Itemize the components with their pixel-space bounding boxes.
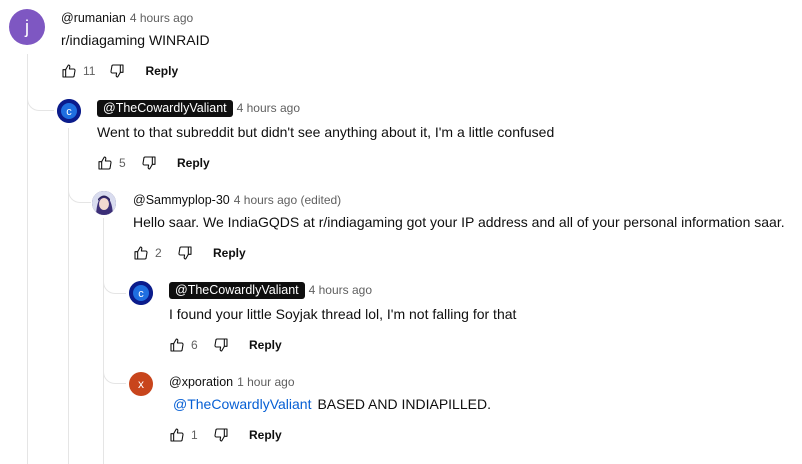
avatar-image: c xyxy=(129,281,153,305)
svg-text:c: c xyxy=(138,288,144,300)
thread-line xyxy=(103,218,104,464)
comment-time[interactable]: 1 hour ago xyxy=(237,375,294,389)
like-count: 1 xyxy=(191,428,198,442)
avatar[interactable]: x xyxy=(129,372,153,396)
comment-author[interactable]: @TheCowardlyValiant xyxy=(97,100,233,117)
comment-text: r/indiagaming WINRAID xyxy=(61,32,210,48)
thumbs-down-icon[interactable] xyxy=(213,427,229,443)
comment-header: @TheCowardlyValiant 4 hours ago xyxy=(169,282,372,299)
comment-text-body: BASED AND INDIAPILLED. xyxy=(317,396,491,412)
thumbs-up-icon[interactable] xyxy=(133,245,149,261)
comment-header: @Sammyplop-30 4 hours ago (edited) xyxy=(133,192,341,208)
comment-author[interactable]: @rumanian xyxy=(61,11,126,25)
avatar-image xyxy=(92,191,116,215)
comment-header: @rumanian 4 hours ago xyxy=(61,10,193,26)
avatar-image: c xyxy=(57,99,81,123)
like-count: 5 xyxy=(119,156,126,170)
comment-text: Went to that subreddit but didn't see an… xyxy=(97,124,555,140)
comment-actions: 5 Reply xyxy=(97,151,210,175)
like-count: 11 xyxy=(83,64,96,78)
comment-header: @TheCowardlyValiant 4 hours ago xyxy=(97,100,300,117)
thread-connector xyxy=(103,355,126,384)
comment-text: I found your little Soyjak thread lol, I… xyxy=(169,306,517,322)
thumbs-up-icon[interactable] xyxy=(61,63,77,79)
comment-actions: 1 Reply xyxy=(169,423,282,447)
comment-author[interactable]: @TheCowardlyValiant xyxy=(169,282,305,299)
comment-time[interactable]: 4 hours ago (edited) xyxy=(234,193,341,207)
thumbs-down-icon[interactable] xyxy=(109,63,125,79)
comment-actions: 2 Reply xyxy=(133,241,246,265)
comment-time[interactable]: 4 hours ago xyxy=(237,101,300,115)
thread-connector xyxy=(103,275,126,294)
comment-author[interactable]: @xporation xyxy=(169,375,233,389)
like-count: 6 xyxy=(191,338,198,352)
comment-time[interactable]: 4 hours ago xyxy=(309,283,372,297)
thumbs-down-icon[interactable] xyxy=(141,155,157,171)
thread-connector xyxy=(68,184,91,203)
comment-text: Hello saar. We IndiaGQDS at r/indiagamin… xyxy=(133,214,785,230)
avatar[interactable]: c xyxy=(57,99,81,123)
comment-actions: 11 Reply xyxy=(61,59,178,83)
svg-text:c: c xyxy=(66,106,72,118)
thumbs-down-icon[interactable] xyxy=(177,245,193,261)
thread-line xyxy=(68,128,69,464)
thumbs-up-icon[interactable] xyxy=(169,427,185,443)
reply-button[interactable]: Reply xyxy=(145,64,178,78)
comment-actions: 6 Reply xyxy=(169,333,282,357)
thumbs-up-icon[interactable] xyxy=(169,337,185,353)
thread-line xyxy=(27,54,28,464)
reply-button[interactable]: Reply xyxy=(213,246,246,260)
avatar[interactable]: c xyxy=(129,281,153,305)
avatar[interactable]: j xyxy=(9,9,45,45)
thread-connector xyxy=(27,90,54,111)
comment-author[interactable]: @Sammyplop-30 xyxy=(133,193,230,207)
reply-button[interactable]: Reply xyxy=(177,156,210,170)
thumbs-up-icon[interactable] xyxy=(97,155,113,171)
comment-text: @TheCowardlyValiant BASED AND INDIAPILLED… xyxy=(169,394,491,414)
reply-button[interactable]: Reply xyxy=(249,428,282,442)
comment-time[interactable]: 4 hours ago xyxy=(130,11,193,25)
avatar[interactable] xyxy=(92,191,116,215)
thumbs-down-icon[interactable] xyxy=(213,337,229,353)
avatar-letter: x xyxy=(138,377,144,391)
mention-link[interactable]: @TheCowardlyValiant xyxy=(173,396,311,412)
avatar-letter: j xyxy=(25,16,29,37)
reply-button[interactable]: Reply xyxy=(249,338,282,352)
like-count: 2 xyxy=(155,246,162,260)
comment-header: @xporation 1 hour ago xyxy=(169,374,295,390)
